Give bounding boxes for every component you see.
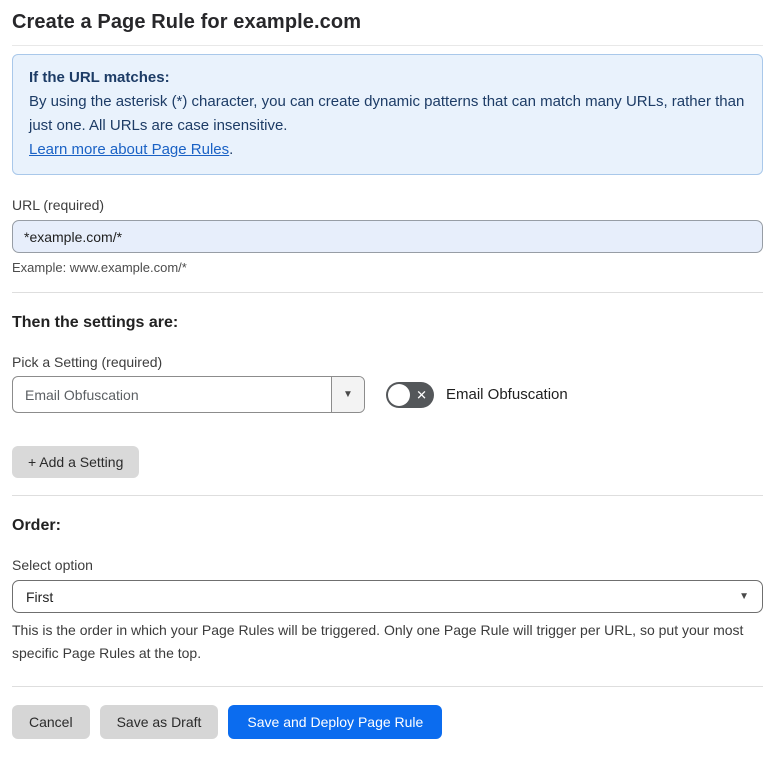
order-section-heading: Order: <box>12 517 61 534</box>
divider <box>12 686 763 687</box>
order-hint: This is the order in which your Page Rul… <box>12 622 744 661</box>
url-field-label: URL (required) <box>12 197 105 213</box>
info-box-body: By using the asterisk (*) character, you… <box>29 93 745 134</box>
url-input[interactable] <box>12 220 763 253</box>
save-and-deploy-button[interactable]: Save and Deploy Page Rule <box>228 705 443 739</box>
url-match-info-box: If the URL matches: By using the asteris… <box>12 54 763 175</box>
email-obfuscation-toggle[interactable]: ✕ <box>386 381 434 408</box>
add-setting-button[interactable]: + Add a Setting <box>12 446 140 478</box>
save-as-draft-button[interactable]: Save as Draft <box>99 705 219 739</box>
chevron-down-icon: ▼ <box>343 388 353 400</box>
learn-more-link[interactable]: Learn more about Page Rules <box>29 141 229 158</box>
order-select[interactable]: First ▼ <box>12 580 763 613</box>
toggle-label: Email Obfuscation <box>446 386 568 403</box>
toggle-knob <box>388 383 410 406</box>
settings-section-heading: Then the settings are: <box>12 314 179 331</box>
page-rule-form: Create a Page Rule for example.com If th… <box>0 0 775 759</box>
cancel-button[interactable]: Cancel <box>12 705 90 739</box>
pick-setting-label: Pick a Setting (required) <box>12 354 163 370</box>
divider <box>12 495 763 496</box>
order-select-label: Select option <box>12 557 93 573</box>
setting-dropdown[interactable]: Email Obfuscation ▼ <box>12 376 365 413</box>
setting-row: Email Obfuscation ▼ ✕ Email Obfuscation <box>12 376 763 413</box>
footer-actions: Cancel Save as Draft Save and Deploy Pag… <box>12 705 763 739</box>
chevron-down-icon: ▼ <box>739 590 749 602</box>
divider <box>12 292 763 293</box>
info-box-link-line: Learn more about Page Rules. <box>29 138 746 162</box>
info-box-heading: If the URL matches: <box>29 69 170 86</box>
link-suffix: . <box>229 141 234 158</box>
setting-dropdown-arrow-button[interactable]: ▼ <box>331 377 364 412</box>
toggle-off-x-icon: ✕ <box>416 387 427 402</box>
order-select-value: First <box>26 588 54 605</box>
url-example-hint: Example: www.example.com/* <box>12 260 187 275</box>
page-title: Create a Page Rule for example.com <box>12 11 362 33</box>
setting-dropdown-value: Email Obfuscation <box>25 386 139 403</box>
divider <box>12 45 763 46</box>
